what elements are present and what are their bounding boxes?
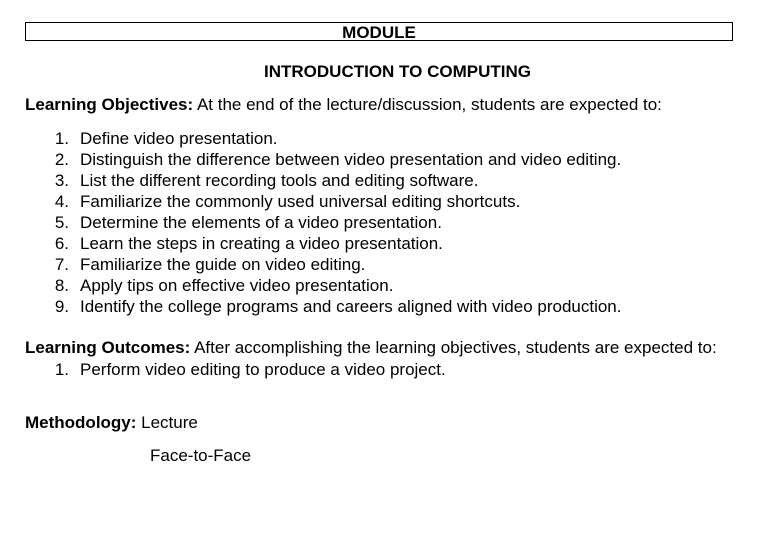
objective-number: 3.	[54, 171, 69, 190]
objective-text: Apply tips on effective video presentati…	[80, 276, 394, 295]
objective-number: 1.	[54, 129, 69, 148]
outcome-text: Perform video editing to produce a video…	[80, 360, 446, 379]
objective-number: 5.	[54, 213, 69, 232]
objective-text: Define video presentation.	[80, 129, 278, 148]
learning-objectives-intro: At the end of the lecture/discussion, st…	[193, 95, 662, 114]
objective-number: 8.	[54, 276, 69, 295]
objective-number: 7.	[54, 255, 69, 274]
objective-number: 9.	[54, 297, 69, 316]
learning-outcomes-line: Learning Outcomes: After accomplishing t…	[25, 338, 717, 358]
objective-text: Distinguish the difference between video…	[80, 150, 622, 169]
learning-objectives-label: Learning Objectives:	[25, 95, 194, 114]
methodology-second: Face-to-Face	[150, 446, 252, 465]
objective-text: Identify the college programs and career…	[80, 297, 622, 316]
document-page: MODULE INTRODUCTION TO COMPUTING Learnin…	[0, 0, 773, 533]
objective-text: Learn the steps in creating a video pres…	[80, 234, 443, 253]
methodology-line: Methodology: Lecture	[25, 413, 198, 433]
page-title: INTRODUCTION TO COMPUTING	[264, 62, 531, 81]
objective-text: List the different recording tools and e…	[80, 171, 479, 190]
objective-text: Determine the elements of a video presen…	[80, 213, 442, 232]
methodology-first: Lecture	[136, 413, 198, 432]
methodology-label: Methodology:	[25, 413, 137, 432]
learning-outcomes-label: Learning Outcomes:	[25, 338, 191, 357]
objective-number: 6.	[54, 234, 69, 253]
objective-text: Familiarize the guide on video editing.	[80, 255, 366, 274]
learning-outcomes-intro: After accomplishing the learning objecti…	[190, 338, 717, 357]
learning-objectives-line: Learning Objectives: At the end of the l…	[25, 95, 662, 115]
objective-number: 4.	[54, 192, 69, 211]
outcome-number: 1.	[54, 360, 69, 379]
objective-text: Familiarize the commonly used universal …	[80, 192, 521, 211]
module-header-box: MODULE	[25, 22, 733, 42]
objective-number: 2.	[54, 150, 69, 169]
